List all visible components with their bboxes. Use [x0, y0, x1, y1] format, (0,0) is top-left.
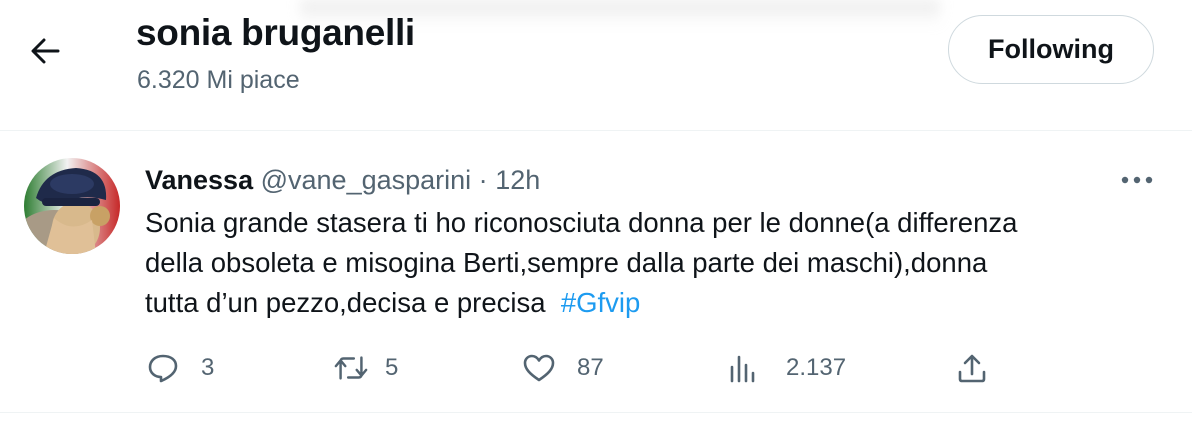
- tweet-text: Sonia grande stasera ti ho riconosciuta …: [145, 203, 1155, 323]
- reply-bubble-icon: [145, 350, 181, 386]
- like-button[interactable]: 87: [521, 346, 604, 390]
- reply-button[interactable]: 3: [145, 346, 214, 390]
- reply-count: 3: [201, 354, 215, 381]
- arrow-left-icon: [31, 38, 60, 64]
- author-handle[interactable]: @vane_gasparini: [261, 165, 472, 195]
- header-divider: [0, 130, 1192, 131]
- avatar[interactable]: [24, 158, 120, 254]
- tweet-text-line: della obsoleta e misogina Berti,sempre d…: [145, 247, 988, 278]
- tweet-header: Vanessa @vane_gasparini · 12h: [145, 162, 540, 198]
- retweet-icon: [333, 350, 369, 386]
- avatar-image: [24, 158, 120, 254]
- tweet-text-line: tutta d’un pezzo,decisa e precisa #Gfvip: [145, 283, 1155, 323]
- tweet-timestamp[interactable]: 12h: [495, 165, 540, 195]
- more-options-button[interactable]: [1117, 164, 1157, 196]
- back-button[interactable]: [22, 28, 68, 74]
- header-separator: ·: [478, 165, 488, 195]
- profile-name: sonia bruganelli: [136, 12, 415, 53]
- heart-icon: [521, 350, 557, 386]
- following-button[interactable]: Following: [948, 15, 1154, 84]
- hashtag-link[interactable]: #Gfvip: [561, 287, 640, 318]
- tweet-detail-page: sonia bruganelli 6.320 Mi piace Followin…: [0, 0, 1192, 422]
- tweet-text-fragment: tutta d’un pezzo,decisa e precisa: [145, 287, 546, 318]
- author-name[interactable]: Vanessa: [145, 165, 253, 195]
- share-icon: [954, 350, 990, 386]
- share-button[interactable]: [954, 346, 990, 390]
- views-count: 2.137: [786, 354, 847, 381]
- profile-likes-count: 6.320 Mi piace: [137, 66, 300, 94]
- profile-header: sonia bruganelli 6.320 Mi piace Followin…: [0, 0, 1192, 130]
- retweet-button[interactable]: 5: [333, 346, 398, 390]
- tweet-divider: [0, 412, 1192, 413]
- tweet-text-line: Sonia grande stasera ti ho riconosciuta …: [145, 207, 1018, 238]
- analytics-bars-icon: [724, 350, 760, 386]
- views-button[interactable]: 2.137: [724, 346, 846, 390]
- more-dots-icon: [1121, 176, 1153, 184]
- like-count: 87: [577, 354, 604, 381]
- retweet-count: 5: [385, 354, 399, 381]
